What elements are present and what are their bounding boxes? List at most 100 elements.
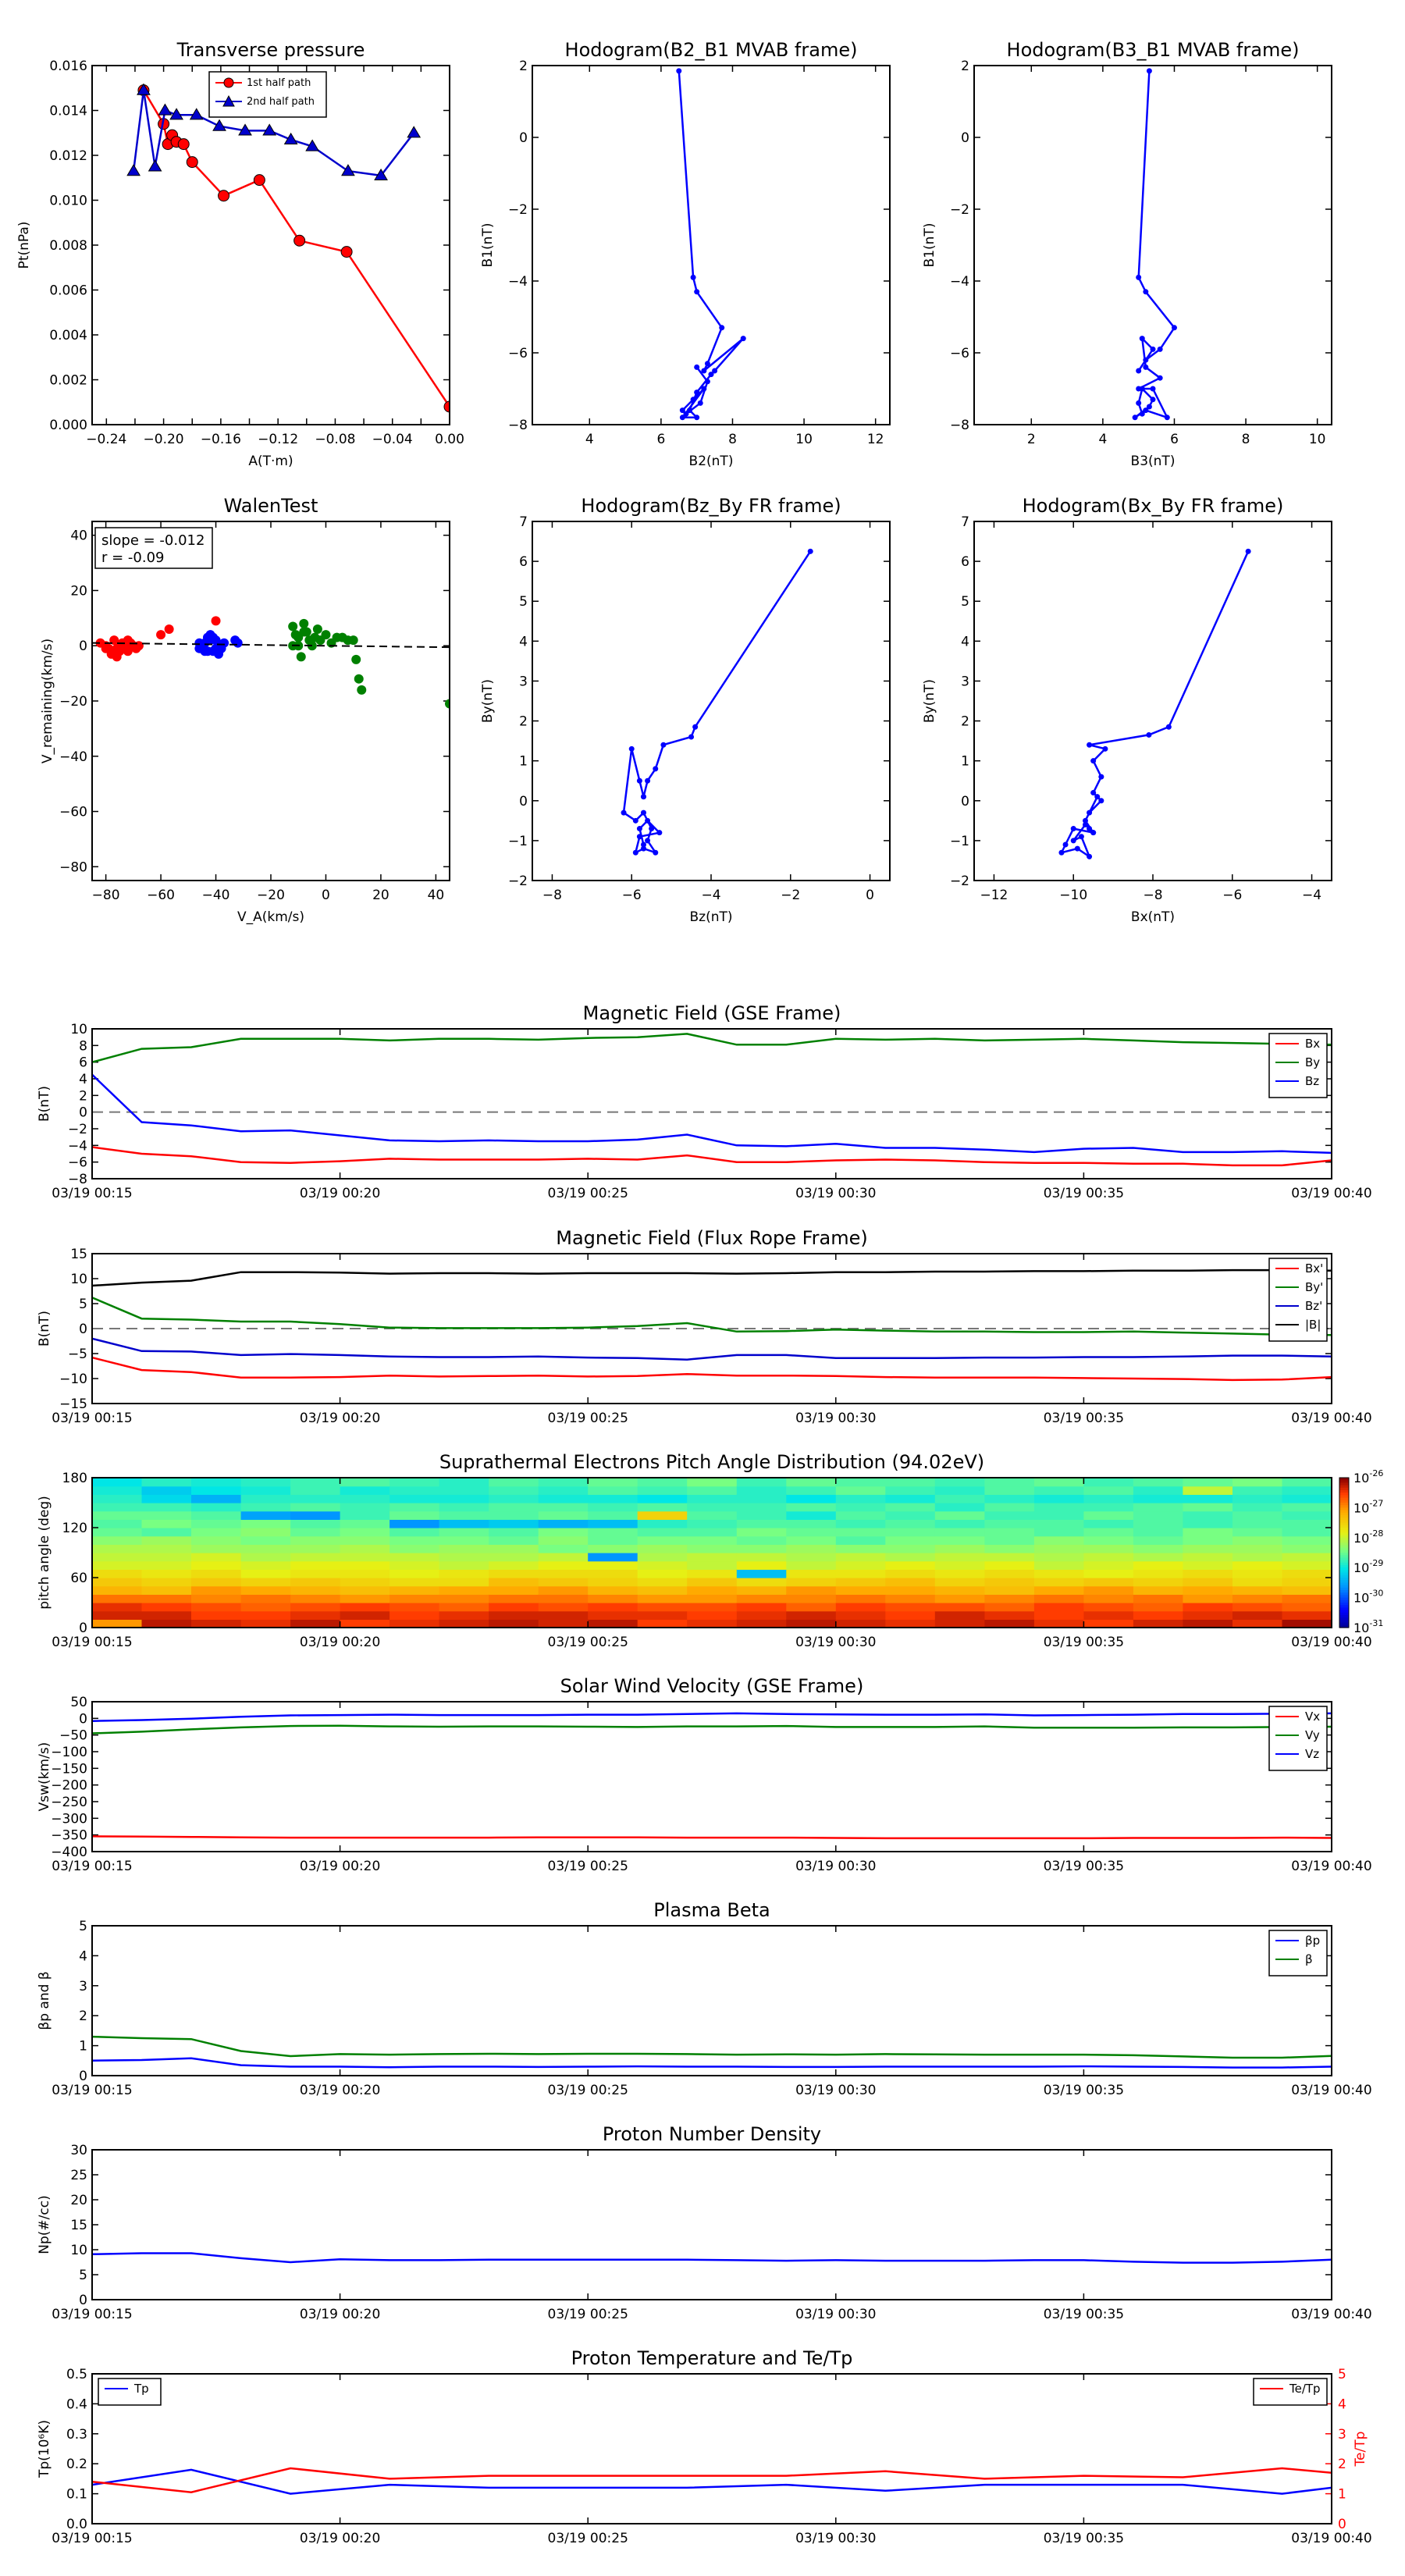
pad-cell xyxy=(1282,1560,1332,1570)
transverse_pressure-legend-label: 1st half path xyxy=(247,77,311,89)
pad-cell xyxy=(637,1603,688,1612)
walen_test-ytick-label: −40 xyxy=(59,749,87,765)
pad-cell xyxy=(340,1619,390,1628)
hodogram_bx_by-point xyxy=(1087,826,1093,832)
pad-cell xyxy=(389,1578,440,1587)
plasma_beta-ytick-label: 3 xyxy=(79,1979,87,1994)
pad-cell xyxy=(934,1519,985,1528)
sw_velocity-ytick-label: −200 xyxy=(51,1778,87,1794)
pad-cell xyxy=(1033,1528,1084,1537)
pad-cell xyxy=(885,1528,936,1537)
pad-cell xyxy=(538,1569,589,1578)
pad-cell xyxy=(637,1478,688,1487)
walen_test-ytick-label: −60 xyxy=(59,805,87,820)
mag_fr-ytick-label: −10 xyxy=(59,1372,87,1387)
pad-cell xyxy=(290,1578,341,1587)
hodogram_b2_b1-xtick-label: 6 xyxy=(656,432,665,447)
pad-cell xyxy=(290,1560,341,1570)
pad-ytick-label: 120 xyxy=(62,1521,87,1536)
pad-cell xyxy=(1183,1578,1233,1587)
pad-cell xyxy=(1083,1494,1134,1503)
pad-cell xyxy=(687,1485,738,1495)
mag_fr-legend-label: By' xyxy=(1305,1280,1323,1294)
hodogram_bz_by-xtick-label: −2 xyxy=(781,888,800,903)
colorbar-label-base: 10 xyxy=(1353,1531,1369,1546)
hodogram_b2_b1-title: Hodogram(B2_B1 MVAB frame) xyxy=(565,39,858,61)
proton_density-ytick-label: 0 xyxy=(79,2293,87,2308)
pad-cell xyxy=(439,1553,489,1562)
pad-cell xyxy=(1083,1569,1134,1578)
pad-cell xyxy=(290,1494,341,1503)
hodogram_bz_by-ytick-label: 0 xyxy=(519,794,528,809)
proton_temperature-ytick-right-label: 1 xyxy=(1338,2487,1346,2503)
pad-cell xyxy=(1282,1619,1332,1628)
walen_test-point xyxy=(351,654,361,664)
hodogram_bx_by-point xyxy=(1090,758,1097,764)
pad-cell xyxy=(736,1494,787,1503)
hodogram_bx_by-ytick-label: 0 xyxy=(961,794,969,809)
hodogram_bz_by-xtick-label: 0 xyxy=(866,888,874,903)
proton_temperature-ytick-label: 0.5 xyxy=(66,2367,87,2382)
walen_test-title: WalenTest xyxy=(224,495,318,517)
mag_gse-ytick-label: 0 xyxy=(79,1105,87,1121)
pad-cell xyxy=(538,1610,589,1620)
pad-cell xyxy=(389,1535,440,1545)
walen_test-ytick-label: 0 xyxy=(79,639,87,654)
proton_density-ytick-label: 20 xyxy=(70,2193,87,2208)
hodogram_b2_b1-point xyxy=(694,289,700,295)
pad-cell xyxy=(885,1594,936,1603)
pad-cell xyxy=(687,1478,738,1487)
hodogram_b3_b1-ytick-label: −8 xyxy=(950,418,969,433)
proton_temperature-legend-label: Te/Tp xyxy=(1289,2382,1321,2396)
hodogram_b3_b1-point xyxy=(1157,346,1163,352)
pad-cell xyxy=(439,1503,489,1512)
hodogram_b3_b1-xlabel: B3(nT) xyxy=(1131,454,1176,469)
pad-cell xyxy=(240,1510,291,1520)
hodogram_bz_by-ytick-label: −1 xyxy=(508,834,528,849)
pad-cell xyxy=(1232,1585,1283,1595)
pad-cell xyxy=(92,1535,143,1545)
pad-cell xyxy=(736,1485,787,1495)
pad-cell xyxy=(1033,1578,1084,1587)
hodogram_b3_b1-point xyxy=(1132,415,1138,421)
hodogram_bx_by-xtick-label: −6 xyxy=(1222,888,1242,903)
pad-cell xyxy=(687,1519,738,1528)
transverse_pressure-legend-label: 2nd half path xyxy=(247,96,315,108)
pad-cell xyxy=(1083,1603,1134,1612)
pad-cell xyxy=(538,1510,589,1520)
pad-cell xyxy=(191,1560,242,1570)
pad-cell xyxy=(1232,1478,1283,1487)
pad-cell xyxy=(1033,1494,1084,1503)
pad-cell xyxy=(835,1553,886,1562)
pad-cell xyxy=(92,1585,143,1595)
pad-cell xyxy=(786,1544,837,1553)
pad-cell xyxy=(1282,1578,1332,1587)
mag_fr-ytick-label: 15 xyxy=(70,1247,87,1262)
colorbar-label-exponent: -29 xyxy=(1369,1558,1383,1568)
pad-cell xyxy=(1232,1578,1283,1587)
hodogram_bx_by-point xyxy=(1098,774,1104,780)
pad-cell xyxy=(191,1578,242,1587)
pad-cell xyxy=(191,1585,242,1595)
pad-cell xyxy=(1133,1594,1183,1603)
mag_fr-xtick-label: 03/19 00:30 xyxy=(795,1411,876,1426)
pad-cell xyxy=(736,1610,787,1620)
hodogram_bx_by-ytick-label: 7 xyxy=(961,514,969,530)
proton_density-ytick-label: 10 xyxy=(70,2243,87,2258)
pad-cell xyxy=(1133,1578,1183,1587)
pad-cell xyxy=(439,1478,489,1487)
mag_gse-ytick-label: 6 xyxy=(79,1055,87,1071)
pad-cell xyxy=(1133,1619,1183,1628)
pad-cell xyxy=(240,1478,291,1487)
pad-cell xyxy=(191,1544,242,1553)
pad-cell xyxy=(588,1535,638,1545)
hodogram_b3_b1-point xyxy=(1146,68,1152,74)
hodogram_b2_b1-point xyxy=(694,364,700,370)
pad-cell xyxy=(141,1560,192,1570)
pad-cell xyxy=(191,1503,242,1512)
mag_fr-ytick-label: −15 xyxy=(59,1397,87,1412)
hodogram_b3_b1-point xyxy=(1139,386,1145,392)
pad-cell xyxy=(786,1553,837,1562)
pad-cell xyxy=(1183,1560,1233,1570)
pad-cell xyxy=(1232,1519,1283,1528)
